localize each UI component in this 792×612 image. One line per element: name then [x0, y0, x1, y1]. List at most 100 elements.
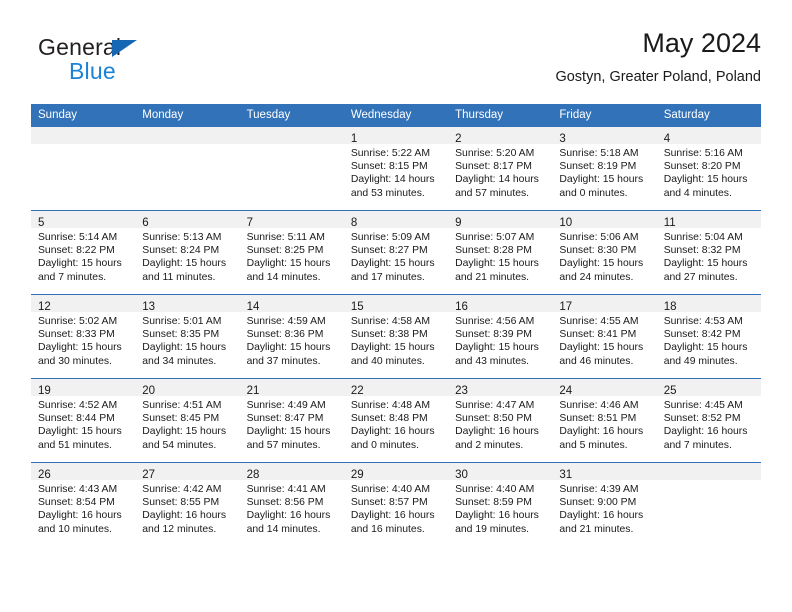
daylight-text-line2: and 0 minutes.	[350, 439, 420, 451]
day-details	[240, 144, 344, 147]
sunset-text: Sunset: 8:27 PM	[350, 245, 428, 257]
sunrise-text: Sunrise: 4:42 AM	[142, 484, 222, 495]
calendar-day-cell[interactable]: 26 Sunrise: 4:43 AM Sunset: 8:54 PM Dayligh…	[31, 462, 136, 546]
calendar-day-cell[interactable]: 7 Sunrise: 5:11 AM Sunset: 8:25 PM Daylight…	[239, 210, 344, 295]
day-details: Sunrise: 4:59 AM Sunset: 8:36 PM Daylight:…	[240, 312, 344, 368]
daylight-text-line1: Daylight: 15 hours	[246, 426, 331, 438]
daylight-text-line2: and 14 minutes.	[246, 523, 321, 535]
calendar-day-cell[interactable]: 5 Sunrise: 5:14 AM Sunset: 8:22 PM Daylight…	[31, 210, 136, 295]
day-number: 18	[663, 301, 677, 313]
calendar-day-cell[interactable]: 18 Sunrise: 4:53 AM Sunset: 8:42 PM Dayligh…	[656, 294, 761, 379]
calendar-day-cell[interactable]: 2 Sunrise: 5:20 AM Sunset: 8:17 PM Daylight…	[448, 126, 553, 211]
calendar-day-cell[interactable]: 9 Sunrise: 5:07 AM Sunset: 8:28 PM Daylight…	[448, 210, 553, 295]
sunrise-text: Sunrise: 5:20 AM	[455, 148, 535, 159]
day-number: 6	[142, 217, 149, 229]
weekday-header-thursday: Thursday	[448, 104, 553, 127]
calendar-day-cell[interactable]: 12 Sunrise: 5:02 AM Sunset: 8:33 PM Dayligh…	[31, 294, 136, 379]
sunset-text: Sunset: 8:44 PM	[38, 413, 115, 425]
daylight-text-line2: and 51 minutes.	[38, 439, 112, 451]
general-blue-logo[interactable]: General Blue	[38, 34, 228, 88]
calendar-day-cell[interactable]: 25 Sunrise: 4:45 AM Sunset: 8:52 PM Dayligh…	[656, 378, 761, 463]
daylight-text-line1: Daylight: 15 hours	[246, 258, 331, 270]
day-number-band: 12	[31, 295, 136, 313]
sunrise-text: Sunrise: 5:01 AM	[142, 316, 222, 327]
calendar-day-cell[interactable]: 15 Sunrise: 4:58 AM Sunset: 8:38 PM Dayligh…	[343, 294, 449, 379]
daylight-text-line1: Daylight: 15 hours	[38, 426, 122, 438]
daylight-text-line2: and 16 minutes.	[350, 523, 425, 535]
calendar-day-cell[interactable]: 11 Sunrise: 5:04 AM Sunset: 8:32 PM Dayligh…	[656, 210, 761, 295]
calendar-day-cell[interactable]: 16 Sunrise: 4:56 AM Sunset: 8:39 PM Dayligh…	[448, 294, 553, 379]
day-number-band: 18	[656, 295, 761, 313]
day-details: Sunrise: 5:01 AM Sunset: 8:35 PM Daylight:…	[135, 312, 239, 368]
sunrise-text: Sunrise: 4:53 AM	[663, 316, 743, 327]
daylight-text-line1: Daylight: 15 hours	[38, 258, 122, 270]
calendar-day-cell[interactable]: 31 Sunrise: 4:39 AM Sunset: 9:00 PM Dayligh…	[552, 462, 657, 546]
calendar-day-cell[interactable]: 20 Sunrise: 4:51 AM Sunset: 8:45 PM Dayligh…	[135, 378, 240, 463]
daylight-text-line2: and 54 minutes.	[142, 439, 217, 451]
calendar-day-cell[interactable]: 10 Sunrise: 5:06 AM Sunset: 8:30 PM Dayligh…	[552, 210, 657, 295]
sunset-text: Sunset: 8:36 PM	[246, 329, 324, 341]
day-number-band: 26	[31, 463, 136, 481]
daylight-text-line2: and 30 minutes.	[38, 355, 112, 367]
logo-text-general: General	[38, 34, 122, 60]
day-number: 27	[142, 469, 156, 481]
page-subtitle: Gostyn, Greater Poland, Poland	[555, 69, 761, 85]
daylight-text-line2: and 57 minutes.	[246, 439, 321, 451]
daylight-text-line2: and 37 minutes.	[246, 355, 321, 367]
calendar-day-cell[interactable]: 19 Sunrise: 4:52 AM Sunset: 8:44 PM Dayligh…	[31, 378, 136, 463]
day-details: Sunrise: 4:39 AM Sunset: 9:00 PM Daylight:…	[552, 480, 656, 536]
daylight-text-line1: Daylight: 15 hours	[559, 258, 644, 270]
sunrise-text: Sunrise: 5:06 AM	[559, 232, 639, 243]
day-details: Sunrise: 5:11 AM Sunset: 8:25 PM Daylight:…	[240, 228, 344, 284]
day-number-band: 19	[31, 379, 136, 397]
day-number: 24	[559, 385, 573, 397]
calendar-day-cell[interactable]: 21 Sunrise: 4:49 AM Sunset: 8:47 PM Dayligh…	[239, 378, 344, 463]
day-number-band	[135, 127, 240, 144]
calendar-week-row: 5 Sunrise: 5:14 AM Sunset: 8:22 PM Daylight…	[31, 210, 761, 295]
day-number-band: 24	[552, 379, 657, 397]
calendar-day-cell[interactable]: 14 Sunrise: 4:59 AM Sunset: 8:36 PM Dayligh…	[239, 294, 344, 379]
day-number-band: 31	[552, 463, 657, 481]
calendar-day-cell[interactable]: 13 Sunrise: 5:01 AM Sunset: 8:35 PM Dayligh…	[135, 294, 240, 379]
day-number-band: 5	[31, 211, 136, 229]
calendar-day-cell[interactable]: 29 Sunrise: 4:40 AM Sunset: 8:57 PM Dayligh…	[343, 462, 449, 546]
calendar-cell-empty	[656, 462, 761, 546]
title-block: May 2024 Gostyn, Greater Poland, Poland	[555, 26, 761, 88]
day-details: Sunrise: 4:40 AM Sunset: 8:57 PM Daylight:…	[344, 480, 448, 536]
calendar-day-cell[interactable]: 17 Sunrise: 4:55 AM Sunset: 8:41 PM Dayligh…	[552, 294, 657, 379]
day-number: 10	[559, 217, 573, 229]
daylight-text-line2: and 7 minutes.	[38, 271, 107, 283]
calendar-page: General Blue May 2024 Gostyn, Greater Po…	[0, 0, 792, 612]
calendar-day-cell[interactable]: 28 Sunrise: 4:41 AM Sunset: 8:56 PM Dayligh…	[239, 462, 344, 546]
calendar-day-cell[interactable]: 8 Sunrise: 5:09 AM Sunset: 8:27 PM Daylight…	[343, 210, 449, 295]
daylight-text-line2: and 24 minutes.	[559, 271, 634, 283]
day-number: 26	[38, 469, 51, 481]
calendar-day-cell[interactable]: 27 Sunrise: 4:42 AM Sunset: 8:55 PM Dayligh…	[135, 462, 240, 546]
calendar-day-cell[interactable]: 1 Sunrise: 5:22 AM Sunset: 8:15 PM Daylight…	[343, 126, 449, 211]
calendar-day-cell[interactable]: 3 Sunrise: 5:18 AM Sunset: 8:19 PM Daylight…	[552, 126, 657, 211]
calendar-day-cell[interactable]: 24 Sunrise: 4:46 AM Sunset: 8:51 PM Dayligh…	[552, 378, 657, 463]
calendar-day-cell[interactable]: 23 Sunrise: 4:47 AM Sunset: 8:50 PM Dayligh…	[448, 378, 553, 463]
daylight-text-line1: Daylight: 16 hours	[559, 510, 644, 522]
calendar-week-row: 26 Sunrise: 4:43 AM Sunset: 8:54 PM Dayligh…	[31, 462, 761, 546]
day-number: 3	[559, 133, 566, 145]
daylight-text-line2: and 7 minutes.	[663, 439, 732, 451]
daylight-text-line2: and 57 minutes.	[455, 187, 530, 199]
sunset-text: Sunset: 8:59 PM	[455, 497, 532, 509]
sunset-text: Sunset: 8:39 PM	[455, 329, 532, 341]
sunset-text: Sunset: 8:30 PM	[559, 245, 637, 257]
day-number: 17	[559, 301, 573, 313]
calendar-day-cell[interactable]: 6 Sunrise: 5:13 AM Sunset: 8:24 PM Daylight…	[135, 210, 240, 295]
sunrise-text: Sunrise: 4:40 AM	[350, 484, 430, 495]
sunset-text: Sunset: 8:24 PM	[142, 245, 220, 257]
sunrise-text: Sunrise: 4:58 AM	[350, 316, 430, 327]
calendar-day-cell[interactable]: 30 Sunrise: 4:40 AM Sunset: 8:59 PM Dayligh…	[448, 462, 553, 546]
logo-triangle-icon	[112, 40, 137, 57]
calendar-day-cell[interactable]: 4 Sunrise: 5:16 AM Sunset: 8:20 PM Daylight…	[656, 126, 761, 211]
day-details: Sunrise: 5:18 AM Sunset: 8:19 PM Daylight:…	[552, 144, 656, 200]
calendar-day-cell[interactable]: 22 Sunrise: 4:48 AM Sunset: 8:48 PM Dayligh…	[343, 378, 449, 463]
daylight-text-line1: Daylight: 15 hours	[663, 174, 748, 186]
day-details: Sunrise: 4:48 AM Sunset: 8:48 PM Daylight:…	[344, 396, 448, 452]
sunset-text: Sunset: 8:32 PM	[663, 245, 741, 257]
sunrise-text: Sunrise: 4:59 AM	[246, 316, 326, 327]
